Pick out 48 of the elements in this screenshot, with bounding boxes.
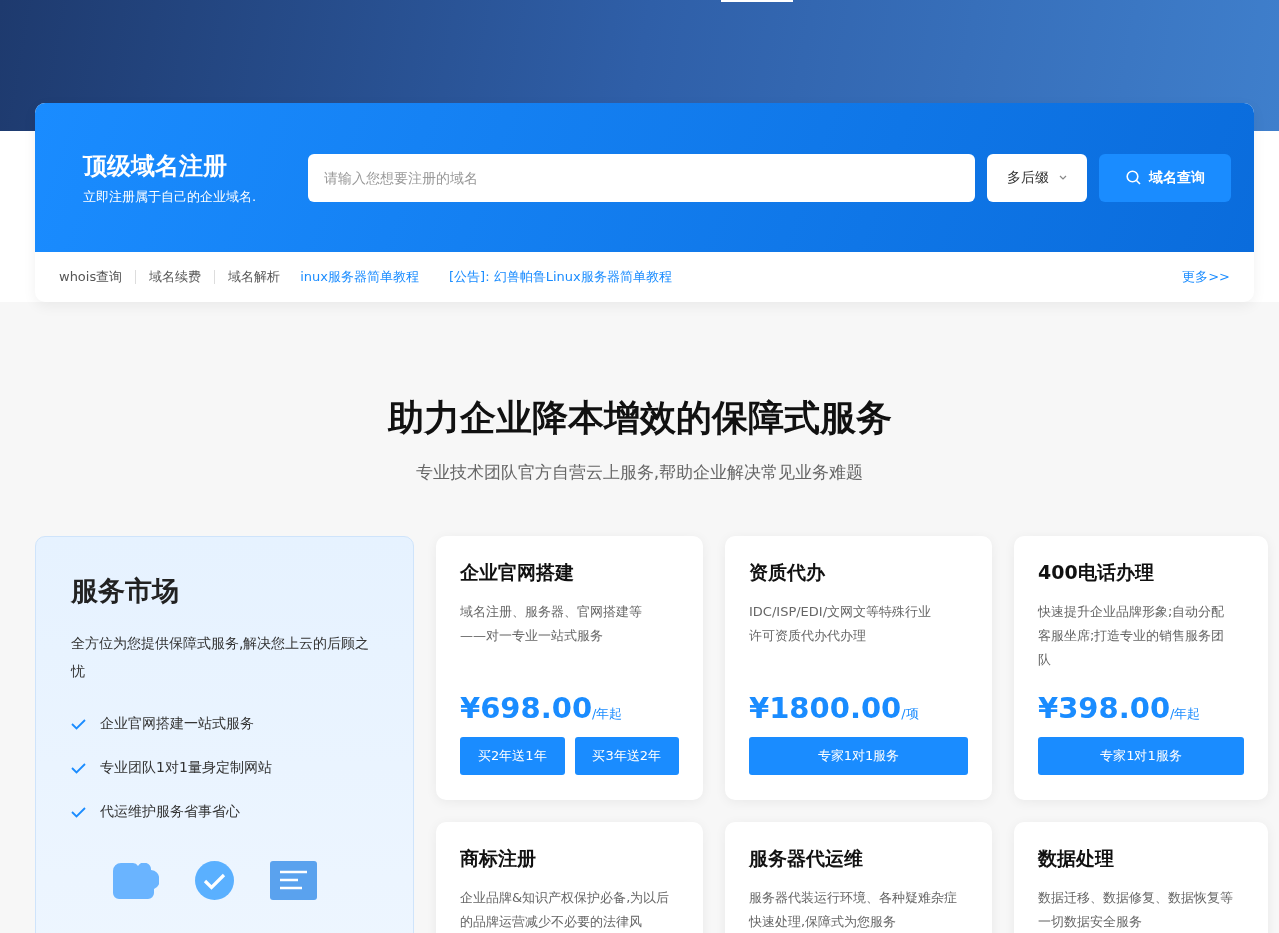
check-circle-icon: [195, 861, 234, 900]
offer-button[interactable]: 买2年送1年: [460, 737, 565, 775]
service-description: 域名注册、服务器、官网搭建等——对一专业一站式服务: [460, 603, 643, 645]
card-title: 服务市场: [71, 574, 180, 608]
feature-text: 代运维护服务省事省心: [100, 803, 240, 821]
domain-search-button[interactable]: 域名查询: [1099, 153, 1231, 202]
price-unit: /项: [901, 706, 919, 723]
price: ¥1800.00: [749, 691, 902, 725]
suffix-dropdown[interactable]: 多后缀: [987, 153, 1087, 202]
service-title: 服务器代运维: [749, 846, 864, 871]
offer-button[interactable]: 专家1对1服务: [749, 737, 968, 775]
cloud-icon: [113, 862, 159, 899]
service-description: 数据迁移、数据修复、数据恢复等一切数据安全服务: [1038, 889, 1234, 931]
news-link[interactable]: [公告]: 幻兽帕鲁Linux服务器简单教程: [449, 268, 672, 286]
more-link[interactable]: 更多>>: [1182, 268, 1230, 286]
service-title: 商标注册: [460, 846, 537, 871]
service-description: IDC/ISP/EDI/文网文等特殊行业许可资质代办代办理: [749, 603, 933, 645]
feature-text: 企业官网搭建一站式服务: [100, 715, 254, 733]
panel-title: 顶级域名注册: [83, 150, 228, 182]
service-description: 快速提升企业品牌形象;自动分配客服坐席;打造专业的销售服务团队: [1038, 603, 1226, 669]
search-icon: [1125, 170, 1141, 185]
domain-input-field[interactable]: 请输入您想要注册的域名: [308, 153, 975, 202]
service-title: 企业官网搭建: [460, 560, 575, 585]
quick-link[interactable]: 域名解析: [228, 268, 281, 286]
offer-button[interactable]: 买3年送2年: [574, 737, 679, 775]
chevron-down-icon: [1059, 175, 1067, 180]
price-unit: /年起: [592, 706, 623, 723]
document-icon: [270, 861, 317, 900]
card-description: 全方位为您提供保障式服务,解决您上云的后顾之忧: [71, 634, 371, 681]
check-icon: [71, 718, 86, 730]
offer-button[interactable]: 专家1对1服务: [1038, 737, 1244, 775]
quick-link[interactable]: whois查询: [59, 268, 123, 286]
service-title: 400电话办理: [1038, 560, 1155, 585]
price: ¥698.00: [460, 691, 593, 725]
feature-text: 专业团队1对1量身定制网站: [100, 759, 272, 777]
service-title: 资质代办: [749, 560, 826, 585]
price: ¥398.00: [1038, 691, 1171, 725]
section-title: 助力企业降本增效的保障式服务: [386, 396, 893, 440]
quick-link[interactable]: 域名续费: [149, 268, 202, 286]
section-subtitle: 专业技术团队官方自营云上服务,帮助企业解决常见业务难题: [414, 461, 865, 484]
service-description: 服务器代装运行环境、各种疑难杂症快速处理,保障式为您服务: [749, 889, 958, 931]
check-icon: [71, 762, 86, 774]
price-unit: /年起: [1170, 706, 1201, 723]
service-description: 企业品牌&知识产权保护必备,为以后的品牌运营减少不必要的法律风: [460, 889, 671, 931]
check-icon: [71, 806, 86, 818]
news-link[interactable]: inux服务器简单教程: [300, 268, 419, 286]
service-title: 数据处理: [1038, 846, 1115, 871]
panel-subtitle: 立即注册属于自己的企业域名.: [83, 187, 258, 206]
